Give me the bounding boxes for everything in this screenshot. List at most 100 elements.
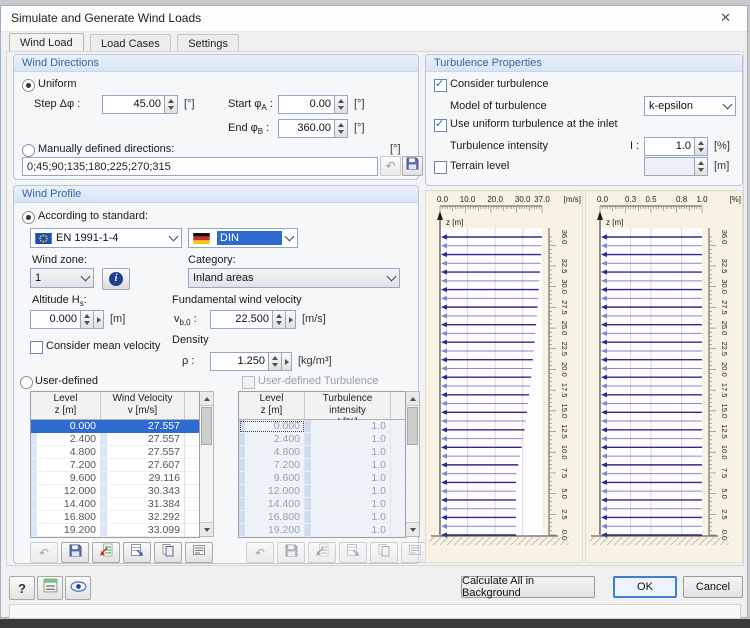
table-cell[interactable]: 27.557 <box>101 433 185 446</box>
according-to-standard-radio[interactable] <box>22 211 35 224</box>
table-cell[interactable]: 0.000 <box>31 420 101 433</box>
altitude-more-button[interactable] <box>93 311 103 328</box>
copy-paste-button[interactable] <box>370 542 398 563</box>
table-cell[interactable]: 31.384 <box>101 498 185 511</box>
spin-down-icon[interactable] <box>698 168 704 172</box>
rho-more-button[interactable] <box>281 353 291 370</box>
table-row[interactable]: 2.4001.0 <box>239 433 405 446</box>
scroll-down-icon[interactable] <box>406 522 419 536</box>
spin-down-icon[interactable] <box>84 321 90 325</box>
wind-velocity-table[interactable]: Levelz [m] Wind Velocityv [m/s] 0.00027.… <box>30 391 214 538</box>
table-row[interactable]: 14.40031.384 <box>31 498 199 511</box>
table-cell[interactable]: 27.607 <box>101 459 185 472</box>
manual-directions-input[interactable] <box>22 157 378 176</box>
table-scrollbar[interactable] <box>406 391 420 537</box>
edit-table-button[interactable] <box>185 542 213 563</box>
end-spinner[interactable] <box>334 120 347 137</box>
table-row[interactable]: 2.40027.557 <box>31 433 199 446</box>
table-row[interactable]: 16.8001.0 <box>239 511 405 524</box>
rho-spinner[interactable] <box>268 353 281 370</box>
undo-button[interactable]: ↶ <box>246 542 274 563</box>
excel-import-button[interactable] <box>92 542 120 563</box>
table-row[interactable]: 14.4001.0 <box>239 498 405 511</box>
table-cell[interactable]: 9.600 <box>31 472 101 485</box>
table-cell[interactable]: 1.0 <box>305 498 391 511</box>
table-cell[interactable]: 4.800 <box>239 446 305 459</box>
scrollbar-thumb[interactable] <box>407 407 418 445</box>
terrain-spinner[interactable] <box>694 158 707 175</box>
standard-combo[interactable]: EN 1991-1-4 <box>30 228 182 248</box>
table-cell[interactable]: 1.0 <box>305 485 391 498</box>
dialog-titlebar[interactable]: Simulate and Generate Wind Loads ✕ <box>1 6 747 32</box>
tab-load-cases[interactable]: Load Cases <box>90 34 171 52</box>
table-cell[interactable]: 33.099 <box>101 524 185 537</box>
spin-down-icon[interactable] <box>168 106 174 110</box>
end-field[interactable]: 360.00 <box>278 119 348 138</box>
vb0-value[interactable]: 22.500 <box>211 311 272 328</box>
save-table-button[interactable] <box>61 542 89 563</box>
scrollbar-thumb[interactable] <box>201 407 212 445</box>
table-cell[interactable]: 29.116 <box>101 472 185 485</box>
turbulence-model-combo[interactable]: k-epsilon <box>644 96 736 116</box>
scroll-up-icon[interactable] <box>200 392 213 406</box>
manual-directions-radio[interactable] <box>22 144 35 157</box>
spin-down-icon[interactable] <box>272 363 278 367</box>
turbulence-intensity-value[interactable]: 1.0 <box>645 138 694 155</box>
units-settings-button[interactable] <box>37 576 63 600</box>
table-cell[interactable]: 0.000 <box>239 420 305 433</box>
cancel-button[interactable]: Cancel <box>683 576 743 598</box>
spin-down-icon[interactable] <box>276 321 282 325</box>
close-icon[interactable]: ✕ <box>716 9 735 27</box>
spin-up-icon[interactable] <box>276 314 282 318</box>
table-cell[interactable]: 32.292 <box>101 511 185 524</box>
table-cell[interactable]: 19.200 <box>31 524 101 537</box>
table-cell[interactable]: 12.000 <box>239 485 305 498</box>
table-row[interactable]: 9.60029.116 <box>31 472 199 485</box>
spin-up-icon[interactable] <box>338 123 344 127</box>
table-cell[interactable]: 1.0 <box>305 446 391 459</box>
table-cell[interactable]: 1.0 <box>305 433 391 446</box>
display-properties-button[interactable] <box>65 576 91 600</box>
spin-up-icon[interactable] <box>698 161 704 165</box>
scroll-down-icon[interactable] <box>200 522 213 536</box>
table-row[interactable]: 0.0001.0 <box>239 420 405 433</box>
table-row[interactable]: 9.6001.0 <box>239 472 405 485</box>
table-cell[interactable]: 2.400 <box>31 433 101 446</box>
start-field[interactable]: 0.00 <box>278 95 348 114</box>
table-cell[interactable]: 27.557 <box>101 420 185 433</box>
table-cell[interactable]: 1.0 <box>305 511 391 524</box>
excel-import-button[interactable] <box>308 542 336 563</box>
user-defined-turbulence-checkbox[interactable] <box>242 376 255 389</box>
start-value[interactable]: 0.00 <box>279 96 334 113</box>
step-value[interactable]: 45.00 <box>103 96 164 113</box>
table-cell[interactable]: 14.400 <box>239 498 305 511</box>
save-table-button[interactable] <box>277 542 305 563</box>
consider-turbulence-checkbox[interactable] <box>434 79 447 92</box>
table-cell[interactable]: 4.800 <box>31 446 101 459</box>
chevron-down-icon[interactable] <box>384 269 399 287</box>
table-cell[interactable]: 30.343 <box>101 485 185 498</box>
altitude-spinner[interactable] <box>80 311 93 328</box>
table-row[interactable]: 12.00030.343 <box>31 485 199 498</box>
uniform-radio[interactable] <box>22 79 35 92</box>
spin-down-icon[interactable] <box>698 148 704 152</box>
undo-button[interactable]: ↶ <box>380 156 401 176</box>
vb0-field[interactable]: 22.500 <box>210 310 296 329</box>
table-row[interactable]: 19.20033.099 <box>31 524 199 537</box>
table-cell[interactable]: 27.557 <box>101 446 185 459</box>
category-combo[interactable]: Inland areas <box>188 268 400 288</box>
rho-value[interactable]: 1.250 <box>211 353 268 370</box>
spin-up-icon[interactable] <box>168 99 174 103</box>
table-cell[interactable]: 16.800 <box>31 511 101 524</box>
terrain-level-checkbox[interactable] <box>434 161 447 174</box>
vb0-more-button[interactable] <box>285 311 295 328</box>
table-cell[interactable]: 19.200 <box>239 524 305 537</box>
table-cell[interactable]: 1.0 <box>305 459 391 472</box>
terrain-level-field[interactable] <box>644 157 708 176</box>
table-cell[interactable]: 7.200 <box>31 459 101 472</box>
table-row[interactable]: 7.2001.0 <box>239 459 405 472</box>
uniform-turbulence-checkbox[interactable] <box>434 119 447 132</box>
tab-wind-load[interactable]: Wind Load <box>9 33 84 53</box>
table-cell[interactable]: 1.0 <box>305 420 391 433</box>
undo-button[interactable]: ↶ <box>30 542 58 563</box>
